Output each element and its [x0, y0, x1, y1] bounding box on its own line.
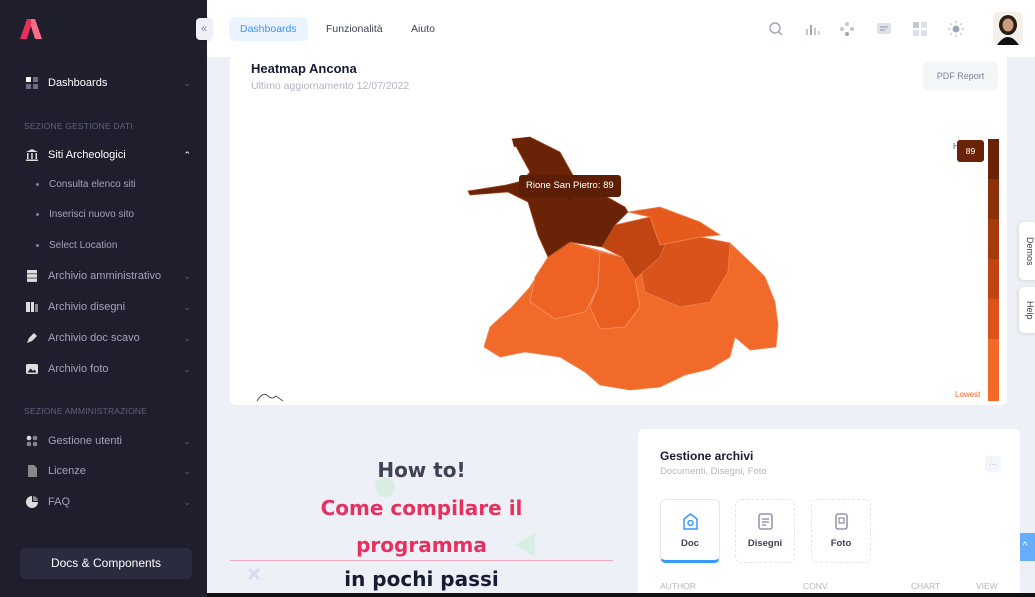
tab-label: Foto — [830, 538, 852, 549]
legend-value-marker: 89 — [957, 140, 984, 162]
howto-line-4: in pochi passi — [344, 567, 499, 591]
archive-card: Gestione archivi Documenti, Disegni, Fot… — [638, 429, 1020, 597]
reset-zoom-icon[interactable] — [256, 390, 284, 402]
archive-tab-disegni[interactable]: Disegni — [735, 499, 795, 563]
sub-item-inserisci[interactable]: Inserisci nuovo sito — [36, 209, 134, 220]
tab-funzionalita[interactable]: Funzionalità — [315, 17, 394, 41]
sidebar-item-label: Archivio doc scavo — [48, 332, 140, 344]
chevron-down-icon: ⌄ — [183, 332, 191, 343]
chevron-up-icon: ⌃ — [183, 149, 191, 160]
sidebar-item-licenze[interactable]: Licenze ⌄ — [0, 457, 207, 485]
sidebar-item-faq[interactable]: FAQ ⌄ — [0, 488, 207, 516]
legend-low-label: Lowest — [955, 390, 981, 399]
heatmap-map — [467, 136, 779, 391]
column-header-conv: CONV. — [803, 581, 830, 591]
photo-file-icon — [835, 513, 848, 530]
docs-components-button[interactable]: Docs & Components — [20, 548, 192, 579]
sidebar-item-label: Archivio foto — [48, 363, 109, 375]
tab-aiuto[interactable]: Aiuto — [400, 17, 446, 41]
sub-item-label: Select Location — [49, 240, 118, 251]
side-tab-help[interactable]: Help — [1019, 287, 1035, 333]
chart-icon[interactable] — [803, 20, 821, 38]
sidebar-item-archivio-disegni[interactable]: Archivio disegni ⌄ — [0, 293, 207, 321]
brand-logo[interactable] — [18, 18, 44, 40]
map-tooltip: Rione San Pietro: 89 — [519, 175, 621, 202]
howto-title: How to! — [377, 458, 466, 482]
bullet-icon — [36, 183, 39, 186]
drawing-file-icon — [758, 513, 773, 530]
sidebar-item-label: Gestione utenti — [48, 435, 122, 447]
section-title-data: SEZIONE GESTIONE DATI — [24, 121, 133, 131]
section-title-admin: SEZIONE AMMINISTRAZIONE — [24, 406, 148, 416]
sidebar-item-label: Archivio disegni — [48, 301, 126, 313]
top-header: Dashboards Funzionalità Aiuto — [207, 0, 1035, 57]
column-header-view: VIEW — [976, 581, 998, 591]
chevron-down-icon: ⌄ — [183, 270, 191, 281]
sub-item-label: Consulta elenco siti — [49, 179, 136, 190]
archive-title: Gestione archivi — [660, 449, 754, 463]
users-icon — [26, 435, 38, 447]
heatmap-card: Heatmap Ancona Ultimo aggiornamento 12/0… — [230, 57, 1007, 405]
howto-line-2: Come compilare il — [320, 496, 523, 520]
tab-dashboards[interactable]: Dashboards — [229, 17, 308, 41]
map-region-rione-san-pietro[interactable] — [467, 136, 629, 258]
license-icon — [26, 465, 38, 477]
chat-icon[interactable] — [875, 20, 893, 38]
bullet-icon — [36, 213, 39, 216]
user-avatar[interactable] — [993, 12, 1023, 45]
column-header-author: AUTHOR — [660, 581, 696, 591]
museum-icon — [26, 149, 38, 161]
dashboard-grid-icon — [26, 77, 38, 89]
search-icon[interactable] — [767, 20, 785, 38]
chevron-down-icon: ⌄ — [183, 496, 191, 507]
archive-icon — [26, 270, 38, 282]
bottom-edge — [207, 593, 1035, 597]
sidebar-item-label: Licenze — [48, 465, 86, 477]
archive-tab-doc[interactable]: Doc — [660, 499, 720, 563]
legend-color-bar — [988, 139, 999, 401]
logo-area — [0, 0, 207, 57]
sidebar-item-label: FAQ — [48, 496, 71, 508]
archive-subtitle: Documenti, Disegni, Foto — [660, 466, 767, 477]
chevron-down-icon: ⌄ — [183, 465, 191, 476]
faq-icon — [26, 496, 38, 508]
sidebar-item-label: Siti Archeologici — [48, 149, 126, 161]
doc-icon — [683, 513, 698, 530]
column-header-chart: CHART — [911, 581, 941, 591]
tab-label: Doc — [681, 538, 699, 549]
apps-icon[interactable] — [838, 20, 856, 38]
sub-item-select-location[interactable]: Select Location — [36, 240, 117, 251]
sidebar-item-siti-archeologici[interactable]: Siti Archeologici ⌃ — [0, 141, 207, 169]
howto-section: How to! Come compilare il programma in p… — [230, 430, 613, 597]
sidebar-item-archivio-foto[interactable]: Archivio foto ⌄ — [0, 355, 207, 383]
side-tab-demos[interactable]: Demos — [1019, 222, 1035, 280]
sidebar: Dashboards ⌄ SEZIONE GESTIONE DATI Siti … — [0, 0, 207, 597]
chevron-down-icon: ⌄ — [183, 435, 191, 446]
sidebar-item-archivio-doc-scavo[interactable]: Archivio doc scavo ⌄ — [0, 324, 207, 352]
bullet-icon — [36, 244, 39, 247]
howto-divider — [230, 560, 613, 561]
more-options-button[interactable]: ... — [985, 456, 1001, 472]
sidebar-item-gestione-utenti[interactable]: Gestione utenti ⌄ — [0, 427, 207, 455]
sidebar-item-dashboards[interactable]: Dashboards ⌄ — [0, 69, 207, 97]
pen-icon — [26, 332, 38, 344]
sidebar-item-archivio-amministrativo[interactable]: Archivio amministrativo ⌄ — [0, 262, 207, 290]
chevron-down-icon: ⌄ — [183, 77, 191, 88]
archive-tab-foto[interactable]: Foto — [811, 499, 871, 563]
chevron-down-icon: ⌄ — [183, 363, 191, 374]
chevron-down-icon: ⌄ — [183, 301, 191, 312]
sidebar-item-label: Archivio amministrativo — [48, 270, 162, 282]
theme-sun-icon[interactable] — [947, 20, 965, 38]
sub-item-label: Inserisci nuovo sito — [49, 209, 135, 220]
photo-icon — [26, 363, 38, 375]
sub-item-consulta[interactable]: Consulta elenco siti — [36, 179, 136, 190]
layout-icon[interactable] — [911, 20, 929, 38]
drawings-icon — [26, 301, 38, 313]
sidebar-collapse-button[interactable]: « — [196, 18, 212, 40]
sidebar-item-label: Dashboards — [48, 77, 108, 89]
howto-line-3: programma — [356, 533, 487, 557]
tab-label: Disegni — [747, 538, 783, 549]
